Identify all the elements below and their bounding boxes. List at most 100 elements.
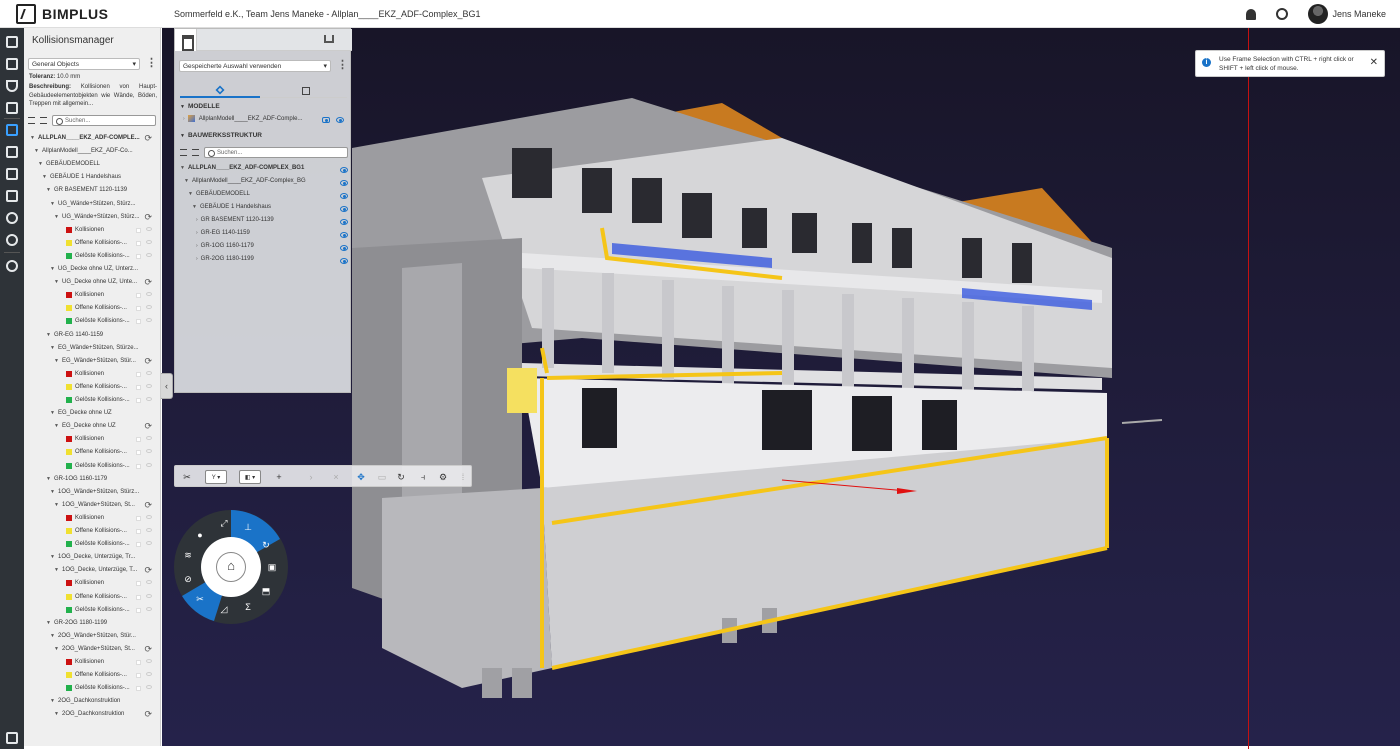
collision-tree-row[interactable]: Offene Kollisions-...	[24, 591, 159, 604]
tools-icon[interactable]: ✂	[181, 470, 193, 484]
visibility-checkbox[interactable]	[136, 607, 141, 613]
structure-section-title[interactable]: ▼ BAUWERKSSTRUKTUR	[180, 132, 262, 139]
visibility-checkbox[interactable]	[136, 227, 141, 233]
eye-icon[interactable]	[340, 219, 348, 225]
hierarchy-tab-icon[interactable]	[175, 29, 197, 51]
cube-icon[interactable]	[6, 36, 18, 48]
sync-icon[interactable]: ⟳	[144, 500, 152, 511]
visibility-checkbox[interactable]	[136, 673, 141, 679]
tab-map[interactable]	[264, 84, 344, 98]
expand-all-icon[interactable]	[180, 149, 187, 156]
eye-icon[interactable]	[146, 318, 152, 323]
collision-tree-row[interactable]: ▼ 1OG_Decke, Unterzüge, Tr...	[24, 551, 159, 564]
sync-icon[interactable]: ⟳	[144, 356, 152, 367]
sun-icon[interactable]	[6, 234, 18, 246]
cart-icon[interactable]	[6, 732, 18, 744]
visibility-checkbox[interactable]	[136, 253, 141, 259]
visibility-checkbox[interactable]	[136, 293, 141, 299]
visibility-checkbox[interactable]	[136, 437, 141, 443]
collision-tree-row[interactable]: Offene Kollisions-...	[24, 381, 159, 394]
collision-tree-row[interactable]: ▼ 2OG_Dachkonstruktion	[24, 695, 159, 708]
eye-icon[interactable]	[340, 258, 348, 264]
collision-tree-row[interactable]: ▼ UG_Decke ohne UZ, Unterz...	[24, 263, 159, 276]
collision-tree-row[interactable]: ▼ 2OG_Dachkonstruktion ⟳	[24, 708, 159, 721]
collision-tree-row[interactable]: Kollisionen	[24, 368, 159, 381]
tab-models[interactable]	[180, 84, 260, 98]
layers-icon[interactable]: ≋	[182, 550, 194, 561]
visibility-checkbox[interactable]	[136, 398, 141, 403]
visibility-checkbox[interactable]	[136, 371, 141, 377]
chevron-down-icon[interactable]: ▼	[54, 567, 59, 573]
collision-tree-row[interactable]: Gelöste Kollisions-...	[24, 460, 159, 473]
eye-icon[interactable]	[146, 514, 152, 519]
chevron-down-icon[interactable]: ▼	[46, 620, 51, 626]
chevron-right-icon[interactable]: ›	[196, 243, 198, 249]
eye-icon[interactable]	[146, 685, 152, 690]
visibility-checkbox[interactable]	[136, 542, 141, 548]
layers-icon[interactable]	[6, 146, 18, 158]
models-section-title[interactable]: ▼ MODELLE	[180, 103, 220, 110]
sync-icon[interactable]: ⟳	[144, 212, 152, 223]
sum-icon[interactable]: Σ	[242, 602, 254, 612]
collision-tree-row[interactable]: ▼ GEBÄUDEMODELL	[24, 158, 159, 171]
pin-icon[interactable]: ●	[194, 530, 206, 540]
box-icon[interactable]: ▭	[375, 470, 389, 484]
visibility-checkbox[interactable]	[136, 306, 141, 312]
collision-tree-row[interactable]: ▼ 1OG_Decke, Unterzüge, T... ⟳	[24, 564, 159, 577]
collision-tree-row[interactable]: ▼ 1OG_Wände+Stützen, Stürz...	[24, 486, 159, 499]
eye-icon[interactable]	[340, 193, 348, 199]
structure-tree-row[interactable]: › GR-EG 1140-1159	[196, 230, 350, 242]
eye-icon[interactable]	[146, 528, 152, 532]
chevron-down-icon[interactable]: ▼	[54, 711, 59, 717]
collision-tree-row[interactable]: ▼ UG_Wände+Stützen, Stürz... ⟳	[24, 211, 159, 224]
visibility-checkbox[interactable]	[136, 529, 141, 534]
chevron-down-icon[interactable]: ▼	[184, 178, 189, 184]
eye-icon[interactable]	[146, 541, 152, 546]
structure-tree-row[interactable]: › GR BASEMENT 1120-1139	[196, 217, 350, 229]
navigation-wheel[interactable]: ⤢ ⊥ ● ↻ ≋ ▣ ⊘ ⬒ ✂ ◿ Σ ⌂	[174, 510, 288, 624]
collision-tree-row[interactable]: Offene Kollisions-...	[24, 669, 159, 682]
chevron-right-icon[interactable]: ›	[196, 217, 198, 223]
collision-tree-row[interactable]: Gelöste Kollisions-...	[24, 538, 159, 551]
structure-tree-row[interactable]: ▼ AllplanModell____EKZ_ADF-Complex_BG	[184, 178, 350, 190]
eye-icon[interactable]	[146, 239, 152, 244]
sync-icon[interactable]: ⟳	[144, 277, 152, 288]
sync-icon[interactable]: ⟳	[144, 644, 152, 655]
user-menu[interactable]: Jens Maneke	[1308, 4, 1386, 24]
chevron-down-icon[interactable]: ▼	[30, 135, 35, 141]
export-icon[interactable]: ⬒	[260, 586, 272, 597]
close-icon[interactable]: ×	[330, 470, 342, 484]
chevron-down-icon[interactable]: ▼	[50, 554, 55, 560]
clipboard-icon[interactable]	[6, 102, 18, 114]
structure-tree-row[interactable]: ▼ GEBÄUDE 1 Handelshaus	[192, 204, 350, 216]
collision-tree-row[interactable]: ▼ 1OG_Wände+Stützen, St... ⟳	[24, 499, 159, 512]
chevron-right-icon[interactable]: ›	[196, 230, 198, 236]
collision-tree-row[interactable]: Offene Kollisions-...	[24, 302, 159, 315]
collision-tree-row[interactable]: Kollisionen	[24, 577, 159, 590]
eye-icon[interactable]	[336, 117, 344, 123]
eye-icon[interactable]	[146, 672, 152, 677]
eye-icon[interactable]	[146, 370, 152, 375]
chevron-down-icon[interactable]: ▼	[192, 204, 197, 210]
eye-icon[interactable]	[340, 167, 348, 173]
chevron-down-icon[interactable]: ▼	[38, 161, 43, 167]
eye-icon[interactable]	[146, 449, 152, 454]
structure-search-input[interactable]: Suchen...	[204, 147, 348, 158]
eye-icon[interactable]	[146, 383, 152, 388]
collision-tree-row[interactable]: Gelöste Kollisions-...	[24, 604, 159, 617]
chevron-down-icon[interactable]: ▼	[54, 423, 59, 429]
workflow-icon[interactable]	[6, 190, 18, 202]
eye-icon[interactable]	[146, 580, 152, 585]
visibility-checkbox[interactable]	[136, 450, 141, 456]
collision-tree-row[interactable]: ▼ UG_Decke ohne UZ, Unte... ⟳	[24, 276, 159, 289]
chevron-down-icon[interactable]: ▼	[54, 502, 59, 508]
map-icon[interactable]	[6, 58, 18, 70]
chevron-down-icon[interactable]: ▼	[42, 174, 47, 180]
chevron-down-icon[interactable]: ▼	[50, 266, 55, 272]
structure-tree-row[interactable]: ▼ ALLPLAN____EKZ_ADF-COMPLEX_BG1	[180, 165, 350, 177]
collision-tree-row[interactable]: Kollisionen	[24, 656, 159, 669]
fit-icon[interactable]: ⤢	[218, 518, 230, 529]
collision-tree-row[interactable]: Offene Kollisions-...	[24, 446, 159, 459]
chevron-down-icon[interactable]: ▼	[54, 646, 59, 652]
structure-tree-row[interactable]: › GR-1OG 1160-1179	[196, 243, 350, 255]
